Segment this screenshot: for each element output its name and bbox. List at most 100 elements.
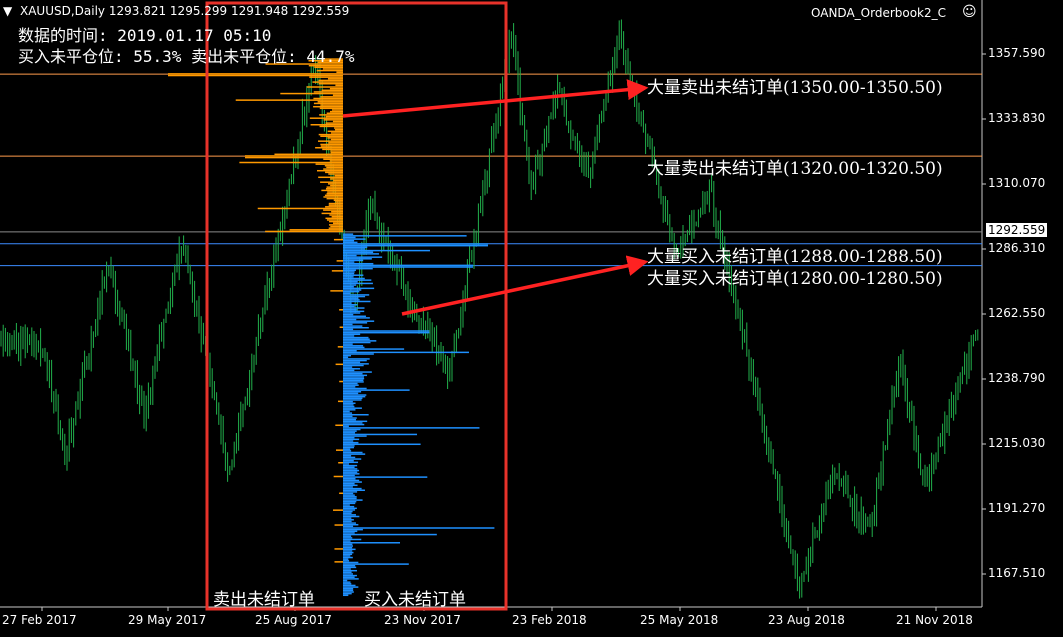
arrow-buy-orders: [401, 255, 649, 316]
sell-order-bar: [333, 199, 343, 202]
buy-order-bar: [343, 267, 373, 270]
time-tick-label: 23 Aug 2018: [768, 613, 845, 627]
sell-order-bar: [265, 230, 343, 233]
annotation-label: 大量买入未结订单(1280.00-1280.50): [647, 269, 943, 289]
buy-order-bar: [343, 492, 354, 495]
buy-order-bar: [343, 239, 355, 242]
buy-order-bar: [343, 389, 410, 391]
buy-order-bar: [343, 486, 353, 488]
buy-order-bar: [343, 592, 352, 595]
sell-order-bar: [333, 238, 343, 241]
buy-order-bar: [343, 235, 467, 237]
sell-order-bar: [333, 509, 343, 511]
sell-order-bar: [320, 96, 343, 98]
price-tick-label: 1286.310: [988, 241, 1046, 255]
buy-order-bar: [343, 522, 356, 524]
buy-order-bar: [343, 358, 370, 360]
price-tick-label: 1333.830: [988, 111, 1046, 125]
sell-order-bar: [316, 69, 343, 72]
buy-order-bar: [343, 479, 360, 482]
sell-order-bar: [313, 97, 343, 100]
sell-order-bar: [321, 212, 343, 215]
buy-order-bar: [343, 500, 357, 503]
buy-order-bar: [343, 579, 348, 582]
time-tick-label: 23 Feb 2018: [512, 613, 587, 627]
buy-order-bar: [343, 262, 374, 265]
buy-order-bar: [343, 369, 355, 372]
sell-order-bar: [339, 380, 343, 383]
sell-order-bar: [328, 173, 343, 175]
buy-order-bar: [343, 512, 352, 514]
buy-order-bar: [343, 346, 365, 349]
sell-order-bar: [310, 124, 343, 126]
sell-order-bar: [334, 548, 343, 550]
sell-order-bar: [338, 462, 343, 464]
buy-order-bar: [343, 527, 495, 529]
buy-order-bar: [343, 241, 358, 244]
buy-order-bar: [343, 305, 355, 308]
sell-order-bar: [323, 209, 343, 211]
sell-order-bar: [325, 217, 343, 220]
buy-order-bar: [343, 553, 353, 556]
sell-order-bar: [320, 145, 343, 147]
sell-order-bar: [322, 148, 343, 151]
buy-order-bar: [343, 496, 357, 498]
sell-order-bar: [317, 101, 343, 103]
sell-order-bar: [309, 76, 343, 78]
buy-order-bar: [343, 468, 358, 470]
sell-order-bar: [245, 155, 343, 157]
buy-order-bar: [343, 461, 359, 464]
buy-order-bar: [343, 254, 357, 257]
buy-order-bar: [343, 340, 377, 342]
buy-order-bar: [343, 564, 356, 567]
buy-order-bar: [343, 568, 351, 570]
buy-order-bar: [343, 313, 354, 316]
buy-order-bar: [343, 469, 360, 472]
buy-order-bar: [343, 249, 430, 252]
sell-order-bar: [328, 224, 343, 226]
buy-order-bar: [343, 330, 430, 332]
sell-order-bar: [329, 160, 343, 162]
buy-order-bar: [343, 289, 362, 291]
buy-order-bar: [343, 371, 372, 373]
buy-order-bar: [343, 433, 418, 436]
sell-order-bar: [329, 87, 343, 90]
buy-order-bar: [343, 343, 353, 345]
buy-order-bar: [343, 308, 357, 311]
buy-order-bar: [343, 450, 352, 452]
sell-order-bar: [325, 115, 343, 118]
sell-order-bar: [331, 215, 343, 218]
sell-order-bar: [322, 68, 343, 70]
buy-order-bar: [343, 333, 361, 336]
buy-order-bar: [343, 392, 359, 395]
smiley-icon[interactable]: ☺: [962, 4, 977, 20]
buy-order-bar: [343, 264, 473, 267]
buy-order-bar: [343, 391, 362, 393]
sell-order-bar: [323, 196, 343, 198]
buy-order-bar: [343, 287, 375, 290]
sell-order-bar: [328, 204, 343, 206]
price-tick-label: 1215.030: [988, 436, 1046, 450]
buy-order-bar: [343, 473, 360, 475]
buy-order-bar: [343, 368, 360, 370]
buy-order-bar: [343, 277, 365, 280]
sell-order-bar: [319, 107, 343, 110]
sell-order-bar: [320, 135, 343, 137]
buy-order-bar: [343, 412, 353, 414]
sell-order-bar: [329, 214, 343, 216]
arrow-sell-orders: [342, 79, 649, 118]
buy-order-bar: [343, 345, 364, 347]
buy-order-bar: [343, 251, 374, 253]
symbol-dropdown-icon[interactable]: ▼: [3, 4, 12, 18]
buy-order-bar: [343, 535, 352, 537]
buy-order-bar: [343, 246, 368, 249]
buy-order-bar: [343, 519, 354, 521]
open-positions: 买入未平仓位: 55.3% 卖出未平仓位: 44.7%: [18, 47, 355, 66]
buy-order-bar: [343, 589, 354, 592]
chart-window[interactable]: ▼ XAUUSD,Daily 1293.821 1295.299 1291.94…: [0, 0, 1063, 637]
sell-order-bar: [331, 109, 343, 111]
sell-order-bar: [257, 207, 343, 210]
buy-order-bar: [343, 494, 355, 496]
buy-order-bar: [343, 292, 351, 295]
sell-order-bar: [326, 219, 343, 221]
